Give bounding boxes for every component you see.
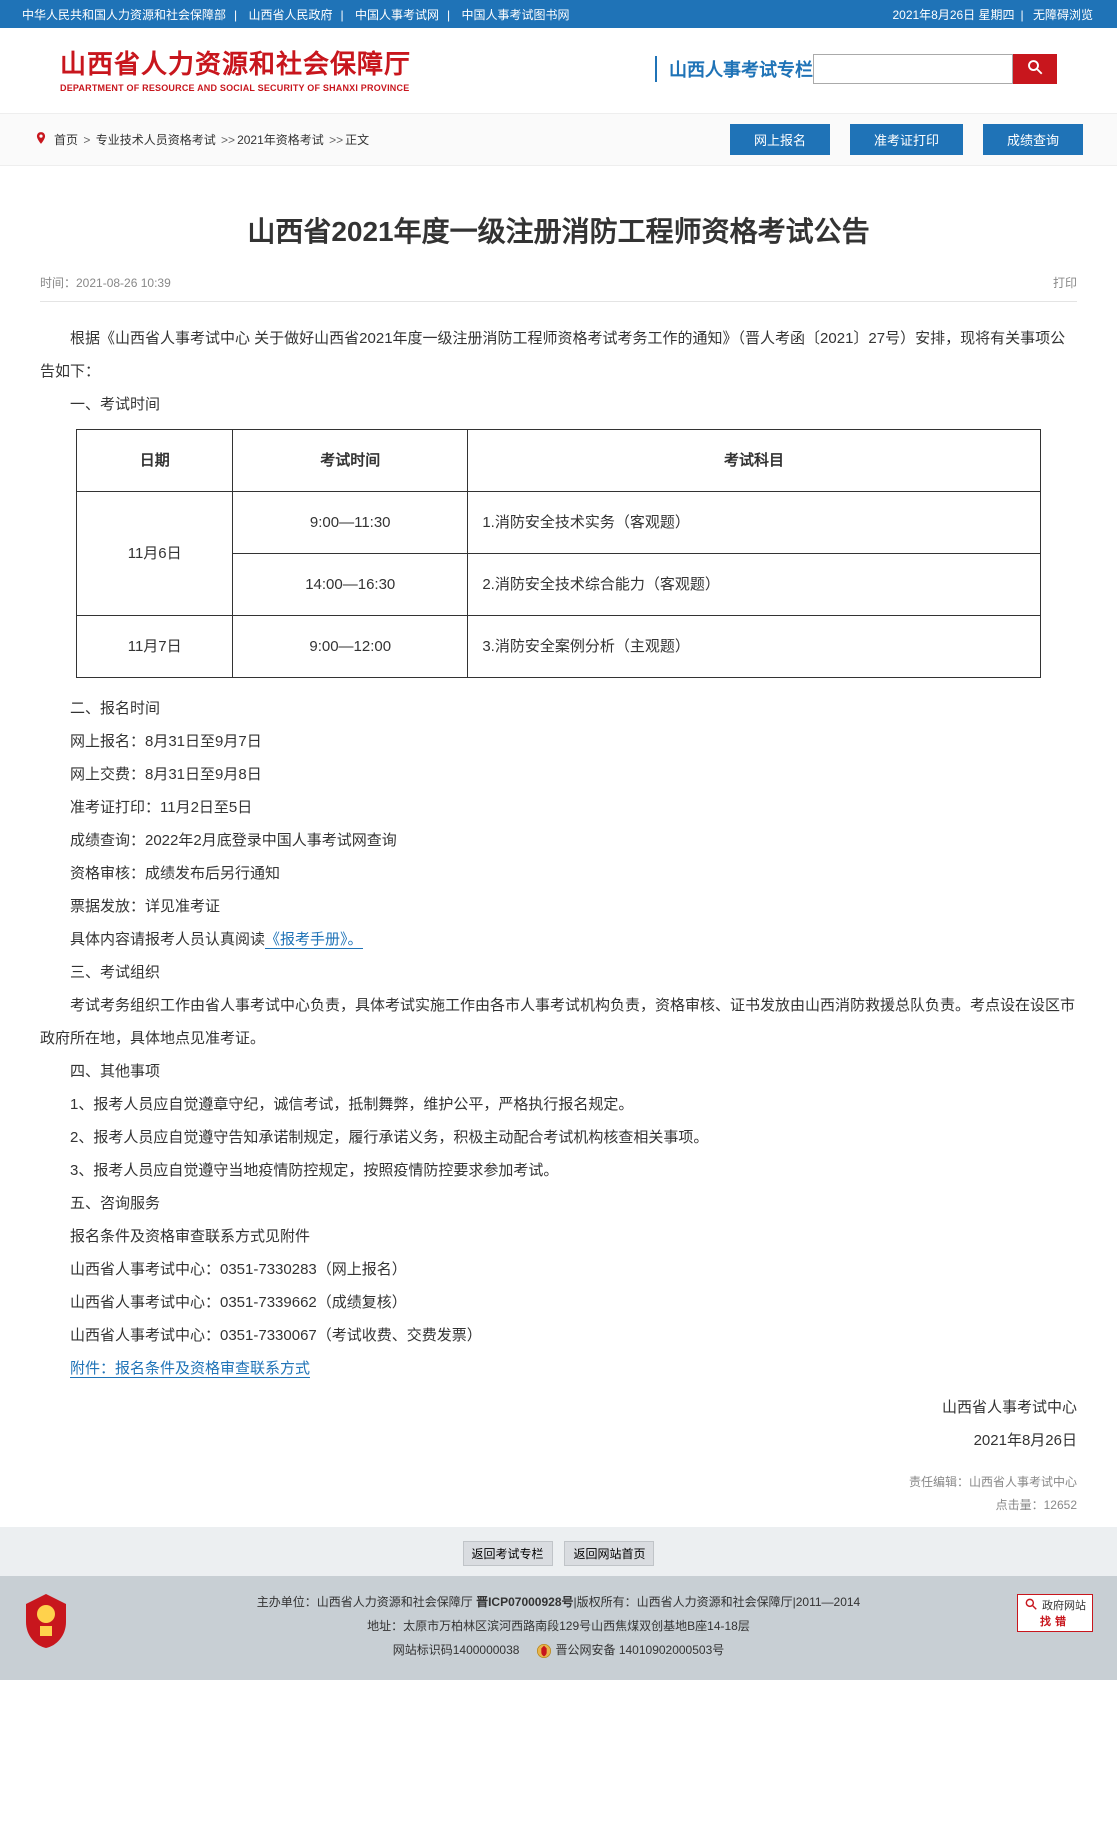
action-buttons: 网上报名 准考证打印 成绩查询	[730, 124, 1083, 155]
footer-line-3: 网站标识码1400000038 晋公网安备 14010902000503号	[0, 1638, 1117, 1663]
exam-schedule-table: 日期 考试时间 考试科目 11月6日 9:00—11:30 1.消防安全技术实务…	[76, 429, 1040, 678]
search-icon	[1026, 58, 1044, 79]
topbar-date: 2021年8月26日 星期四	[886, 8, 1020, 22]
editor-label: 责任编辑：山西省人事考试中心	[40, 1471, 1077, 1494]
cell-time-1: 14:00—16:30	[233, 554, 468, 616]
s2-line-1: 网上交费：8月31日至9月8日	[40, 758, 1077, 791]
article-time: 时间：2021-08-26 10:39	[40, 274, 171, 291]
cell-subject-1: 2.消防安全技术综合能力（客观题）	[468, 554, 1040, 616]
s5-line-0: 报名条件及资格审查联系方式见附件	[40, 1220, 1077, 1253]
cell-date-2: 11月7日	[77, 616, 233, 678]
btn-admission-print[interactable]: 准考证打印	[850, 124, 963, 155]
topbar-links: 中华人民共和国人力资源和社会保障部| 山西省人民政府| 中国人事考试网| 中国人…	[18, 6, 573, 23]
btn-score-query[interactable]: 成绩查询	[983, 124, 1083, 155]
th-date: 日期	[77, 430, 233, 492]
footer-line-2: 地址：太原市万柏林区滨河西路南段129号山西焦煤双创基地B座14-18层	[0, 1614, 1117, 1638]
cell-time-0: 9:00—11:30	[233, 492, 468, 554]
th-time: 考试时间	[233, 430, 468, 492]
th-subject: 考试科目	[468, 430, 1040, 492]
s2-line-4: 资格审核：成绩发布后另行通知	[40, 857, 1077, 890]
print-link[interactable]: 打印	[1053, 274, 1077, 291]
section-2-title: 二、报名时间	[40, 692, 1077, 725]
column-title: 山西人事考试专栏	[655, 56, 813, 82]
click-count: 点击量：12652	[40, 1494, 1077, 1517]
topbar-link-3[interactable]: 中国人事考试图书网	[457, 8, 573, 22]
search-input[interactable]	[813, 54, 1013, 84]
signature-block: 山西省人事考试中心 2021年8月26日	[40, 1391, 1077, 1457]
signature-date: 2021年8月26日	[40, 1424, 1077, 1457]
crumb-home[interactable]: 首页	[52, 131, 80, 148]
crumb-2[interactable]: 2021年资格考试	[235, 131, 326, 148]
cell-date-0: 11月6日	[77, 492, 233, 616]
accessibility-link[interactable]: 无障碍浏览	[1027, 8, 1099, 22]
gov-emblem-icon	[22, 1592, 70, 1658]
cell-subject-2: 3.消防安全案例分析（主观题）	[468, 616, 1040, 678]
s4-line-0: 1、报考人员应自觉遵章守纪，诚信考试，抵制舞弊，维护公平，严格执行报名规定。	[40, 1088, 1077, 1121]
search-box	[813, 54, 1057, 84]
cell-time-2: 9:00—12:00	[233, 616, 468, 678]
section-1-title: 一、考试时间	[40, 388, 1077, 421]
s3-paragraph: 考试考务组织工作由省人事考试中心负责，具体考试实施工作由各市人事考试机构负责，资…	[40, 989, 1077, 1055]
section-4-title: 四、其他事项	[40, 1055, 1077, 1088]
crumb-1[interactable]: 专业技术人员资格考试	[94, 131, 218, 148]
table-row: 11月7日 9:00—12:00 3.消防安全案例分析（主观题）	[77, 616, 1040, 678]
s2-line-5: 票据发放：详见准考证	[40, 890, 1077, 923]
topbar-link-0[interactable]: 中华人民共和国人力资源和社会保障部	[18, 8, 230, 22]
article: 山西省2021年度一级注册消防工程师资格考试公告 时间：2021-08-26 1…	[0, 166, 1117, 1527]
s2-line-3: 成绩查询：2022年2月底登录中国人事考试网查询	[40, 824, 1077, 857]
s2-line-2: 准考证打印：11月2日至5日	[40, 791, 1077, 824]
magnifier-icon	[1024, 1597, 1038, 1615]
site-footer: 政府网站 找错 主办单位：山西省人力资源和社会保障厅 晋ICP07000928号…	[0, 1576, 1117, 1681]
beian-icon	[536, 1638, 552, 1662]
top-navbar: 中华人民共和国人力资源和社会保障部| 山西省人民政府| 中国人事考试网| 中国人…	[0, 0, 1117, 28]
attachment-link[interactable]: 附件：报名条件及资格审查联系方式	[70, 1360, 310, 1378]
breadcrumb: 首页 > 专业技术人员资格考试 >> 2021年资格考试 >> 正文	[34, 131, 730, 148]
crumb-3: 正文	[343, 131, 371, 148]
logo-en: DEPARTMENT OF RESOURCE AND SOCIAL SECURI…	[60, 83, 643, 93]
s5-line-3: 山西省人事考试中心：0351-7330067（考试收费、交费发票）	[40, 1319, 1077, 1352]
back-to-home[interactable]: 返回网站首页	[564, 1541, 654, 1566]
article-body: 根据《山西省人事考试中心 关于做好山西省2021年度一级注册消防工程师资格考试考…	[40, 322, 1077, 1517]
logo-cn: 山西省人力资源和社会保障厅	[60, 44, 643, 81]
handbook-link[interactable]: 《报考手册》。	[265, 931, 363, 949]
attachment-line: 附件：报名条件及资格审查联系方式	[40, 1352, 1077, 1385]
topbar-right: 2021年8月26日 星期四| 无障碍浏览	[886, 6, 1099, 23]
article-title: 山西省2021年度一级注册消防工程师资格考试公告	[40, 210, 1077, 250]
topbar-link-2[interactable]: 中国人事考试网	[351, 8, 443, 22]
cell-subject-0: 1.消防安全技术实务（客观题）	[468, 492, 1040, 554]
table-header-row: 日期 考试时间 考试科目	[77, 430, 1040, 492]
icp-number: 晋ICP07000928号	[476, 1595, 573, 1609]
signature-org: 山西省人事考试中心	[40, 1391, 1077, 1424]
back-to-column[interactable]: 返回考试专栏	[463, 1541, 553, 1566]
editor-block: 责任编辑：山西省人事考试中心 点击量：12652	[40, 1471, 1077, 1517]
topbar-link-1[interactable]: 山西省人民政府	[244, 8, 336, 22]
btn-register[interactable]: 网上报名	[730, 124, 830, 155]
intro-paragraph: 根据《山西省人事考试中心 关于做好山西省2021年度一级注册消防工程师资格考试考…	[40, 322, 1077, 388]
table-row: 11月6日 9:00—11:30 1.消防安全技术实务（客观题）	[77, 492, 1040, 554]
gov-error-report[interactable]: 政府网站 找错	[1017, 1594, 1093, 1633]
site-logo[interactable]: 山西省人力资源和社会保障厅 DEPARTMENT OF RESOURCE AND…	[60, 44, 643, 93]
footer-line-1: 主办单位：山西省人力资源和社会保障厅 晋ICP07000928号|版权所有：山西…	[0, 1590, 1117, 1614]
beian-number: 晋公网安备 14010902000503号	[555, 1643, 724, 1657]
search-button[interactable]	[1013, 54, 1057, 84]
back-buttons-bar: 返回考试专栏 返回网站首页	[0, 1527, 1117, 1576]
site-id-code: 网站标识码1400000038	[393, 1643, 520, 1657]
section-3-title: 三、考试组织	[40, 956, 1077, 989]
site-header: 山西省人力资源和社会保障厅 DEPARTMENT OF RESOURCE AND…	[0, 28, 1117, 113]
s5-line-1: 山西省人事考试中心：0351-7330283（网上报名）	[40, 1253, 1077, 1286]
s4-line-1: 2、报考人员应自觉遵守告知承诺制规定，履行承诺义务，积极主动配合考试机构核查相关…	[40, 1121, 1077, 1154]
location-icon	[34, 131, 52, 148]
handbook-line: 具体内容请报考人员认真阅读《报考手册》。	[40, 923, 1077, 956]
article-meta: 时间：2021-08-26 10:39 打印	[40, 274, 1077, 302]
s4-line-2: 3、报考人员应自觉遵守当地疫情防控规定，按照疫情防控要求参加考试。	[40, 1154, 1077, 1187]
s2-line-0: 网上报名：8月31日至9月7日	[40, 725, 1077, 758]
section-5-title: 五、咨询服务	[40, 1187, 1077, 1220]
s5-line-2: 山西省人事考试中心：0351-7339662（成绩复核）	[40, 1286, 1077, 1319]
sub-bar: 首页 > 专业技术人员资格考试 >> 2021年资格考试 >> 正文 网上报名 …	[0, 113, 1117, 166]
